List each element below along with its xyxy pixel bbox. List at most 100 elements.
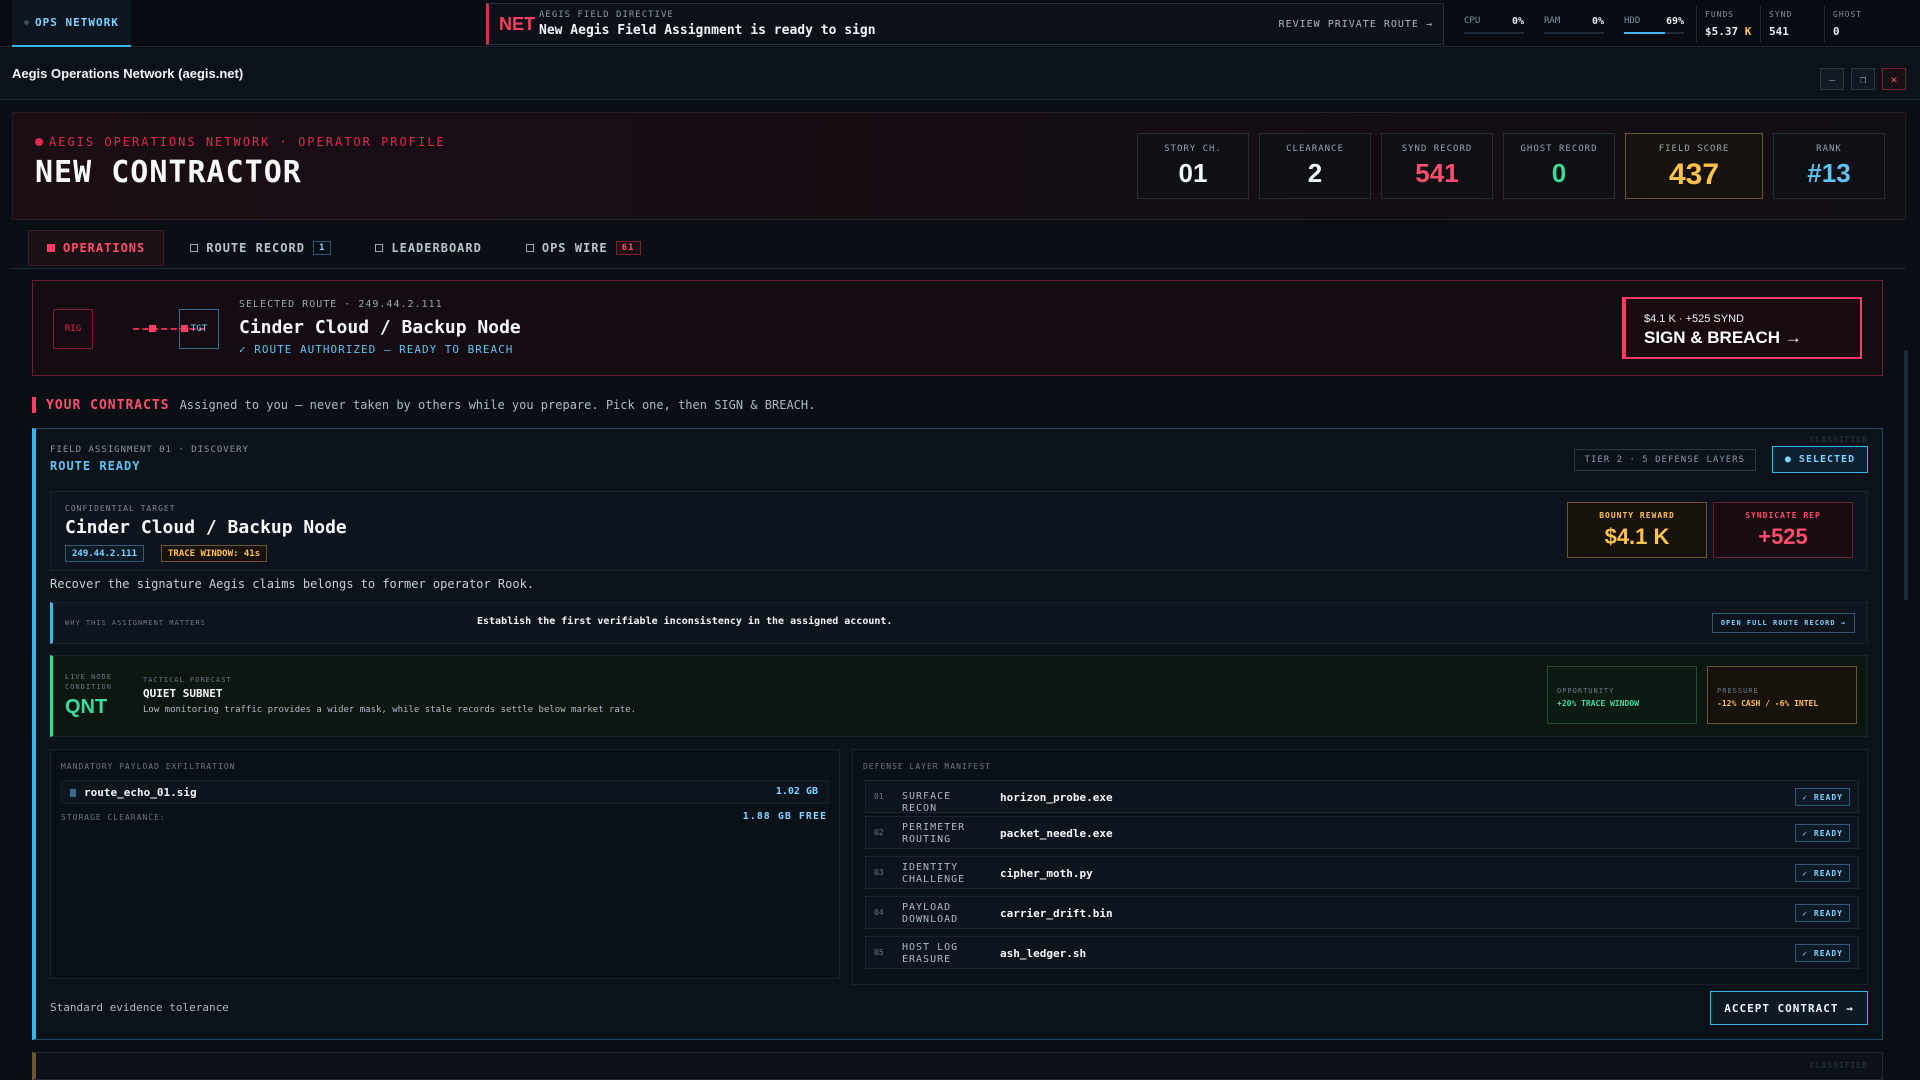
opportunity-label: OPPORTUNITY	[1557, 687, 1615, 695]
stat-value: 01	[1178, 158, 1208, 188]
syndicate-rep: SYNDICATE REP +525	[1713, 502, 1853, 558]
review-private-route-link[interactable]: REVIEW PRIVATE ROUTE →	[1279, 19, 1433, 30]
synd-value: 541	[1769, 25, 1789, 38]
evidence-tolerance: Standard evidence tolerance	[50, 1001, 229, 1014]
classified-watermark: CLASSIFIED	[1809, 435, 1868, 444]
profile-kicker: AEGIS OPERATIONS NETWORK · OPERATOR PROF…	[35, 135, 446, 149]
stat-label: CLEARANCE	[1286, 144, 1344, 154]
layer-name: IDENTITY CHALLENGE	[902, 862, 966, 885]
funds-amount: $5.37	[1705, 25, 1739, 38]
layer-number: 05	[874, 948, 884, 957]
sign-button-label: SIGN & BREACH →	[1644, 328, 1802, 347]
defense-layer-row[interactable]: 01 SURFACE RECON horizon_probe.exe ✓ REA…	[865, 780, 1859, 814]
ghost-resource: GHOST 0	[1824, 6, 1888, 42]
tab-square-icon	[190, 244, 199, 252]
bounty-reward: BOUNTY REWARD $4.1 K	[1567, 502, 1707, 558]
rep-value: +525	[1758, 524, 1808, 549]
tab-label: OPS WIRE	[541, 241, 608, 255]
tier-badge: TIER 2 · 5 DEFENSE LAYERS	[1573, 449, 1756, 471]
layer-program: packet_needle.exe	[1000, 827, 1113, 840]
hdd-bar	[1624, 32, 1684, 34]
layer-program: ash_ledger.sh	[1000, 947, 1087, 960]
layer-name: SURFACE RECON	[902, 791, 952, 814]
pressure-card: PRESSURE -12% CASH / -6% INTEL	[1707, 666, 1857, 724]
payload-file[interactable]: route_echo_01.sig 1.02 GB	[61, 780, 829, 804]
node-label: LIVE NODE CONDITION	[65, 673, 112, 691]
cpu-label: CPU	[1464, 16, 1481, 26]
field-directive-banner[interactable]: NET AEGIS FIELD DIRECTIVE New Aegis Fiel…	[486, 3, 1444, 45]
target-name: Cinder Cloud / Backup Node	[65, 517, 347, 538]
assignment-description: Recover the signature Aegis claims belon…	[50, 577, 535, 591]
hdd-fill	[1624, 32, 1666, 34]
stat-field-score: FIELD SCORE 437	[1625, 133, 1763, 199]
operator-name: NEW CONTRACTOR	[35, 155, 302, 190]
synd-resource: SYND 541	[1760, 6, 1824, 42]
stat-value: 541	[1415, 158, 1459, 188]
layer-number: 03	[874, 868, 884, 877]
tab-count-badge: 1	[312, 241, 332, 255]
layer-name: PAYLOAD DOWNLOAD	[902, 902, 959, 925]
defense-layer-row[interactable]: 04 PAYLOAD DOWNLOAD carrier_drift.bin ✓ …	[865, 896, 1859, 929]
hdd-meter: HDD 69%	[1616, 6, 1690, 42]
ghost-value: 0	[1833, 25, 1840, 38]
defense-layer-manifest: DEFENSE LAYER MANIFEST 01 SURFACE RECON …	[852, 749, 1868, 985]
open-full-route-record-button[interactable]: OPEN FULL ROUTE RECORD →	[1711, 613, 1855, 633]
payload-file-name: route_echo_01.sig	[84, 786, 197, 799]
tab-square-icon	[525, 244, 534, 252]
stat-synd-record: SYND RECORD 541	[1381, 133, 1493, 199]
stat-label: STORY CH.	[1164, 144, 1222, 154]
scrollbar-thumb[interactable]	[1904, 350, 1908, 600]
payload-file-size: 1.02 GB	[775, 786, 818, 797]
stat-label: SYND RECORD	[1401, 144, 1473, 154]
assignment-status: ROUTE READY	[50, 459, 141, 473]
layer-program: carrier_drift.bin	[1000, 907, 1113, 920]
manifest-label: DEFENSE LAYER MANIFEST	[863, 762, 991, 771]
opportunity-value: +20% TRACE WINDOW	[1557, 699, 1639, 708]
layer-ready-badge: ✓ READY	[1795, 944, 1850, 962]
target-label: CONFIDENTIAL TARGET	[65, 504, 176, 513]
directive-kicker: AEGIS FIELD DIRECTIVE	[539, 10, 674, 20]
tab-route-record[interactable]: ROUTE RECORD 1	[172, 230, 349, 266]
tab-ops-wire[interactable]: OPS WIRE 61	[508, 230, 659, 266]
tab-operations[interactable]: OPERATIONS	[28, 230, 165, 266]
bounty-value: $4.1 K	[1604, 524, 1670, 549]
restore-button[interactable]: ❐	[1851, 68, 1875, 90]
contract-card[interactable]: FIELD ASSIGNMENT 01 · DISCOVERY ROUTE RE…	[32, 428, 1883, 1040]
contracts-title: YOUR CONTRACTS	[46, 397, 170, 413]
tab-square-icon	[375, 244, 384, 252]
route-status: ✓ ROUTE AUTHORIZED — READY TO BREACH	[239, 343, 514, 356]
accept-contract-button[interactable]: ACCEPT CONTRACT →	[1710, 991, 1868, 1025]
close-button[interactable]: ✕	[1882, 68, 1906, 90]
why-label: WHY THIS ASSIGNMENT MATTERS	[65, 619, 206, 627]
minimize-button[interactable]: —	[1820, 68, 1844, 90]
ops-network-tab[interactable]: OPS NETWORK	[12, 0, 131, 47]
defense-layer-row[interactable]: 02 PERIMETER ROUTING packet_needle.exe ✓…	[865, 816, 1859, 849]
cpu-value: 0%	[1511, 16, 1524, 27]
layer-ready-badge: ✓ READY	[1795, 788, 1850, 806]
route-name: Cinder Cloud / Backup Node	[239, 317, 521, 338]
main-tabs: OPERATIONS ROUTE RECORD 1 LEADERBOARD OP…	[28, 230, 659, 266]
ram-bar	[1544, 32, 1604, 34]
forecast-label: TACTICAL FORECAST	[143, 676, 232, 684]
cpu-meter: CPU 0%	[1456, 6, 1530, 42]
funds-unit: K	[1744, 25, 1752, 38]
ghost-label: GHOST	[1833, 10, 1863, 19]
rig-node: RIG	[53, 309, 93, 349]
sign-and-breach-button[interactable]: $4.1 K · +525 SYND SIGN & BREACH →	[1622, 297, 1862, 359]
bounty-label: BOUNTY REWARD	[1599, 511, 1675, 520]
selected-button[interactable]: ● SELECTED	[1772, 446, 1868, 473]
window-title: Aegis Operations Network (aegis.net)	[12, 66, 244, 81]
tab-leaderboard[interactable]: LEADERBOARD	[357, 230, 499, 266]
target-node: TGT	[179, 309, 219, 349]
next-contract-card[interactable]: CLASSIFIED	[32, 1052, 1883, 1080]
tab-count-badge: 61	[615, 241, 641, 255]
hdd-label: HDD	[1624, 16, 1641, 26]
defense-layer-row[interactable]: 03 IDENTITY CHALLENGE cipher_moth.py ✓ R…	[865, 856, 1859, 889]
defense-layer-row[interactable]: 05 HOST LOG ERASURE ash_ledger.sh ✓ READ…	[865, 936, 1859, 969]
tab-divider	[12, 268, 1906, 269]
payload-label: MANDATORY PAYLOAD EXFILTRATION	[61, 762, 236, 771]
stat-value: 437	[1668, 158, 1720, 191]
layer-program: cipher_moth.py	[1000, 867, 1093, 880]
layer-ready-badge: ✓ READY	[1795, 864, 1850, 882]
layer-number: 02	[874, 828, 884, 837]
